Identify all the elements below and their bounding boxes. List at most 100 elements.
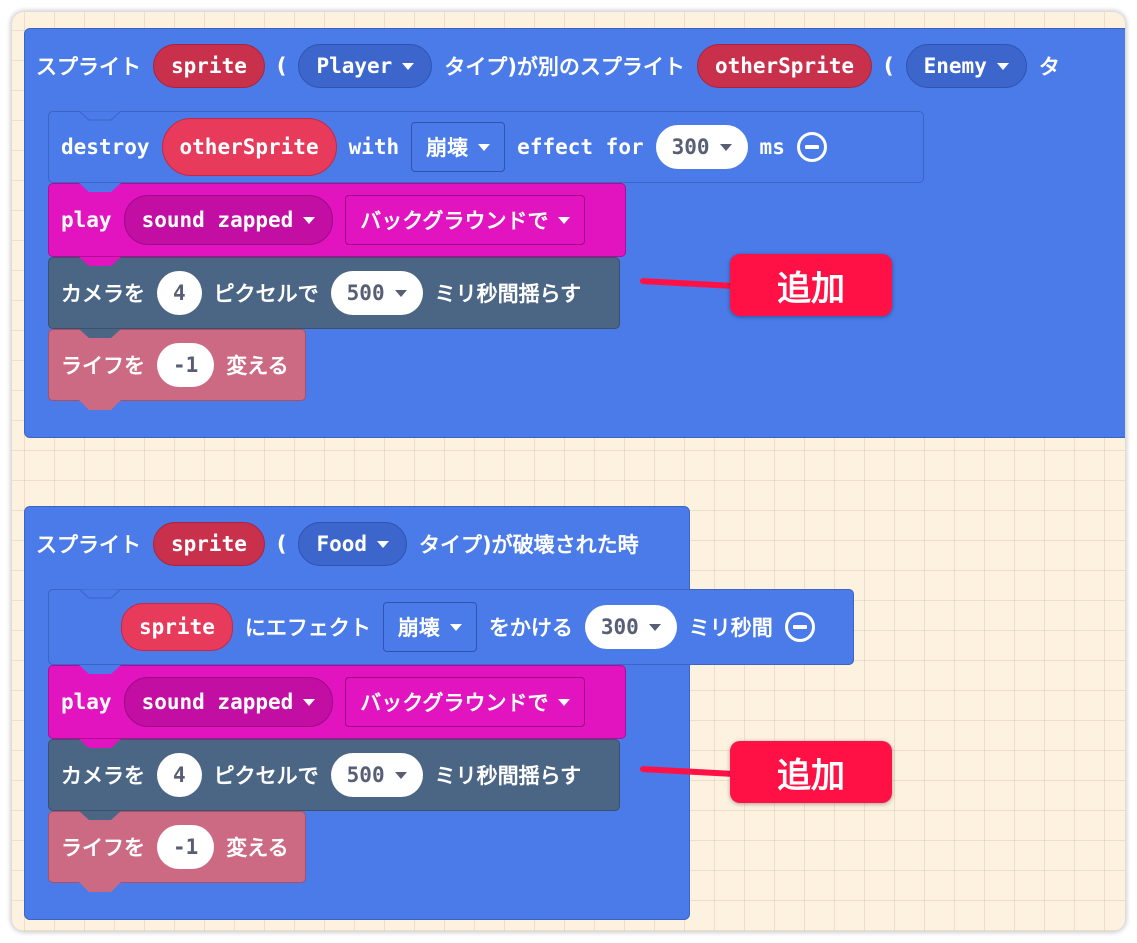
life-label-suffix: 変える <box>226 836 289 860</box>
tab <box>79 400 121 410</box>
duration-unit-label: ミリ秒間 <box>688 616 773 640</box>
life-label-prefix: ライフを <box>61 354 145 378</box>
open-paren-2: ( <box>884 54 894 78</box>
annotation-label: 追加 <box>730 741 892 803</box>
life-amount-input[interactable]: -1 <box>157 343 215 387</box>
playback-mode-value: バックグラウンドで <box>360 209 549 233</box>
event-label-suffix: タ <box>1038 55 1060 79</box>
on-destroyed-event-block[interactable]: スプライト sprite ( Food タイプ)が破壊された時 sprite に… <box>24 506 854 920</box>
sprite-variable-pill[interactable]: sprite <box>153 522 265 566</box>
caret-down-icon <box>377 540 390 548</box>
effect-for-label: effect for <box>517 135 644 159</box>
minus-circle-icon[interactable] <box>784 612 815 642</box>
sound-dropdown[interactable]: sound zapped <box>123 195 334 245</box>
event-header: スプライト sprite ( Player タイプ)が別のスプライト other… <box>25 29 1060 103</box>
notch <box>79 183 121 192</box>
open-paren: ( <box>276 532 287 556</box>
shake-label-prefix: カメラを <box>61 282 145 306</box>
kind-dropdown-player[interactable]: Player <box>298 44 433 88</box>
on-overlap-event-block[interactable]: スプライト sprite ( Player タイプ)が別のスプライト other… <box>24 28 1125 438</box>
shake-label-prefix: カメラを <box>61 764 145 788</box>
other-sprite-variable-pill[interactable]: otherSprite <box>696 44 873 88</box>
caret-down-icon <box>303 698 316 706</box>
notch <box>79 665 121 674</box>
caret-down-icon <box>303 216 316 224</box>
shake-pixels-input[interactable]: 4 <box>157 271 202 315</box>
caret-down-icon <box>402 62 415 70</box>
shake-label-suffix: ミリ秒間揺らす <box>434 282 582 306</box>
event-label-prefix: スプライト <box>36 55 141 79</box>
kind-dropdown-value: Player <box>316 54 393 78</box>
workspace-canvas[interactable]: スプライト sprite ( Player タイプ)が別のスプライト other… <box>12 12 1125 931</box>
shake-label-suffix: ミリ秒間揺らす <box>434 764 582 788</box>
caret-down-icon <box>648 623 661 631</box>
play-sound-block[interactable]: play sound zapped バックグラウンドで <box>48 183 626 257</box>
caret-down-icon <box>558 698 571 706</box>
effect-dropdown[interactable]: 崩壊 <box>411 122 506 172</box>
notch <box>79 329 121 338</box>
tab <box>79 882 121 892</box>
playback-mode-value: バックグラウンドで <box>360 691 549 715</box>
caret-down-icon <box>719 143 732 151</box>
shake-duration-dropdown[interactable]: 500 <box>330 753 423 797</box>
effect-dropdown-value: 崩壊 <box>426 136 469 160</box>
sound-dropdown[interactable]: sound zapped <box>123 677 334 727</box>
kind-dropdown-value: Enemy <box>923 54 987 78</box>
kind-dropdown-food[interactable]: Food <box>298 522 408 566</box>
caret-down-icon <box>558 216 571 224</box>
target-variable-pill[interactable]: otherSprite <box>161 118 337 176</box>
minus-circle-icon[interactable] <box>796 132 827 162</box>
destroy-label: destroy <box>61 135 150 159</box>
camera-shake-block[interactable]: カメラを 4 ピクセルで 500 ミリ秒間揺らす <box>48 257 620 329</box>
duration-dropdown[interactable]: 300 <box>584 605 677 649</box>
notch <box>79 257 121 266</box>
caret-down-icon <box>394 289 407 297</box>
notch <box>79 589 121 599</box>
play-label: play <box>61 208 112 232</box>
shake-label-middle: ピクセルで <box>213 282 319 306</box>
notch <box>79 811 121 820</box>
kind-dropdown-value: Food <box>316 532 368 556</box>
target-variable-pill[interactable]: sprite <box>121 603 233 651</box>
event-label-middle: タイプ)が別のスプライト <box>444 55 685 79</box>
shake-label-middle: ピクセルで <box>213 764 319 788</box>
duration-value: 300 <box>600 615 639 639</box>
change-life-block[interactable]: ライフを -1 変える <box>48 811 306 892</box>
event-label-suffix: タイプ)が破壊された時 <box>419 533 639 557</box>
life-label-suffix: 変える <box>226 354 289 378</box>
ms-label: ms <box>759 135 785 159</box>
notch <box>79 739 121 748</box>
event-header: スプライト sprite ( Food タイプ)が破壊された時 <box>25 507 639 581</box>
effect-dropdown-value: 崩壊 <box>397 616 440 640</box>
change-life-block[interactable]: ライフを -1 変える <box>48 329 306 410</box>
caret-down-icon <box>996 62 1009 70</box>
open-paren: ( <box>276 54 287 78</box>
kind-dropdown-enemy[interactable]: Enemy <box>905 44 1027 88</box>
caret-down-icon <box>449 623 462 631</box>
sprite-variable-pill[interactable]: sprite <box>153 44 265 88</box>
shake-duration-dropdown[interactable]: 500 <box>330 271 423 315</box>
with-label: with <box>348 135 400 159</box>
shake-duration-value: 500 <box>346 281 385 305</box>
sound-dropdown-value: sound zapped <box>141 208 294 232</box>
duration-dropdown[interactable]: 300 <box>655 125 748 169</box>
destroy-with-effect-block[interactable]: destroy otherSprite with 崩壊 effect for 3… <box>48 111 924 183</box>
annotation-label: 追加 <box>730 254 892 316</box>
effect-label: にエフェクト <box>244 616 371 640</box>
notch <box>79 111 121 121</box>
event-label-prefix: スプライト <box>36 533 141 557</box>
life-label-prefix: ライフを <box>61 836 145 860</box>
camera-shake-block[interactable]: カメラを 4 ピクセルで 500 ミリ秒間揺らす <box>48 739 620 811</box>
playback-mode-dropdown[interactable]: バックグラウンドで <box>345 677 586 727</box>
playback-mode-dropdown[interactable]: バックグラウンドで <box>345 195 586 245</box>
shake-duration-value: 500 <box>346 763 385 787</box>
play-label: play <box>61 690 112 714</box>
caret-down-icon <box>394 771 407 779</box>
play-sound-block[interactable]: play sound zapped バックグラウンドで <box>48 665 626 739</box>
life-amount-input[interactable]: -1 <box>157 825 215 869</box>
shake-pixels-input[interactable]: 4 <box>157 753 202 797</box>
caret-down-icon <box>478 143 491 151</box>
effect-dropdown[interactable]: 崩壊 <box>382 602 477 652</box>
apply-label: をかける <box>488 616 573 640</box>
sprite-effect-block[interactable]: sprite にエフェクト 崩壊 をかける 300 ミリ秒間 <box>48 589 854 665</box>
